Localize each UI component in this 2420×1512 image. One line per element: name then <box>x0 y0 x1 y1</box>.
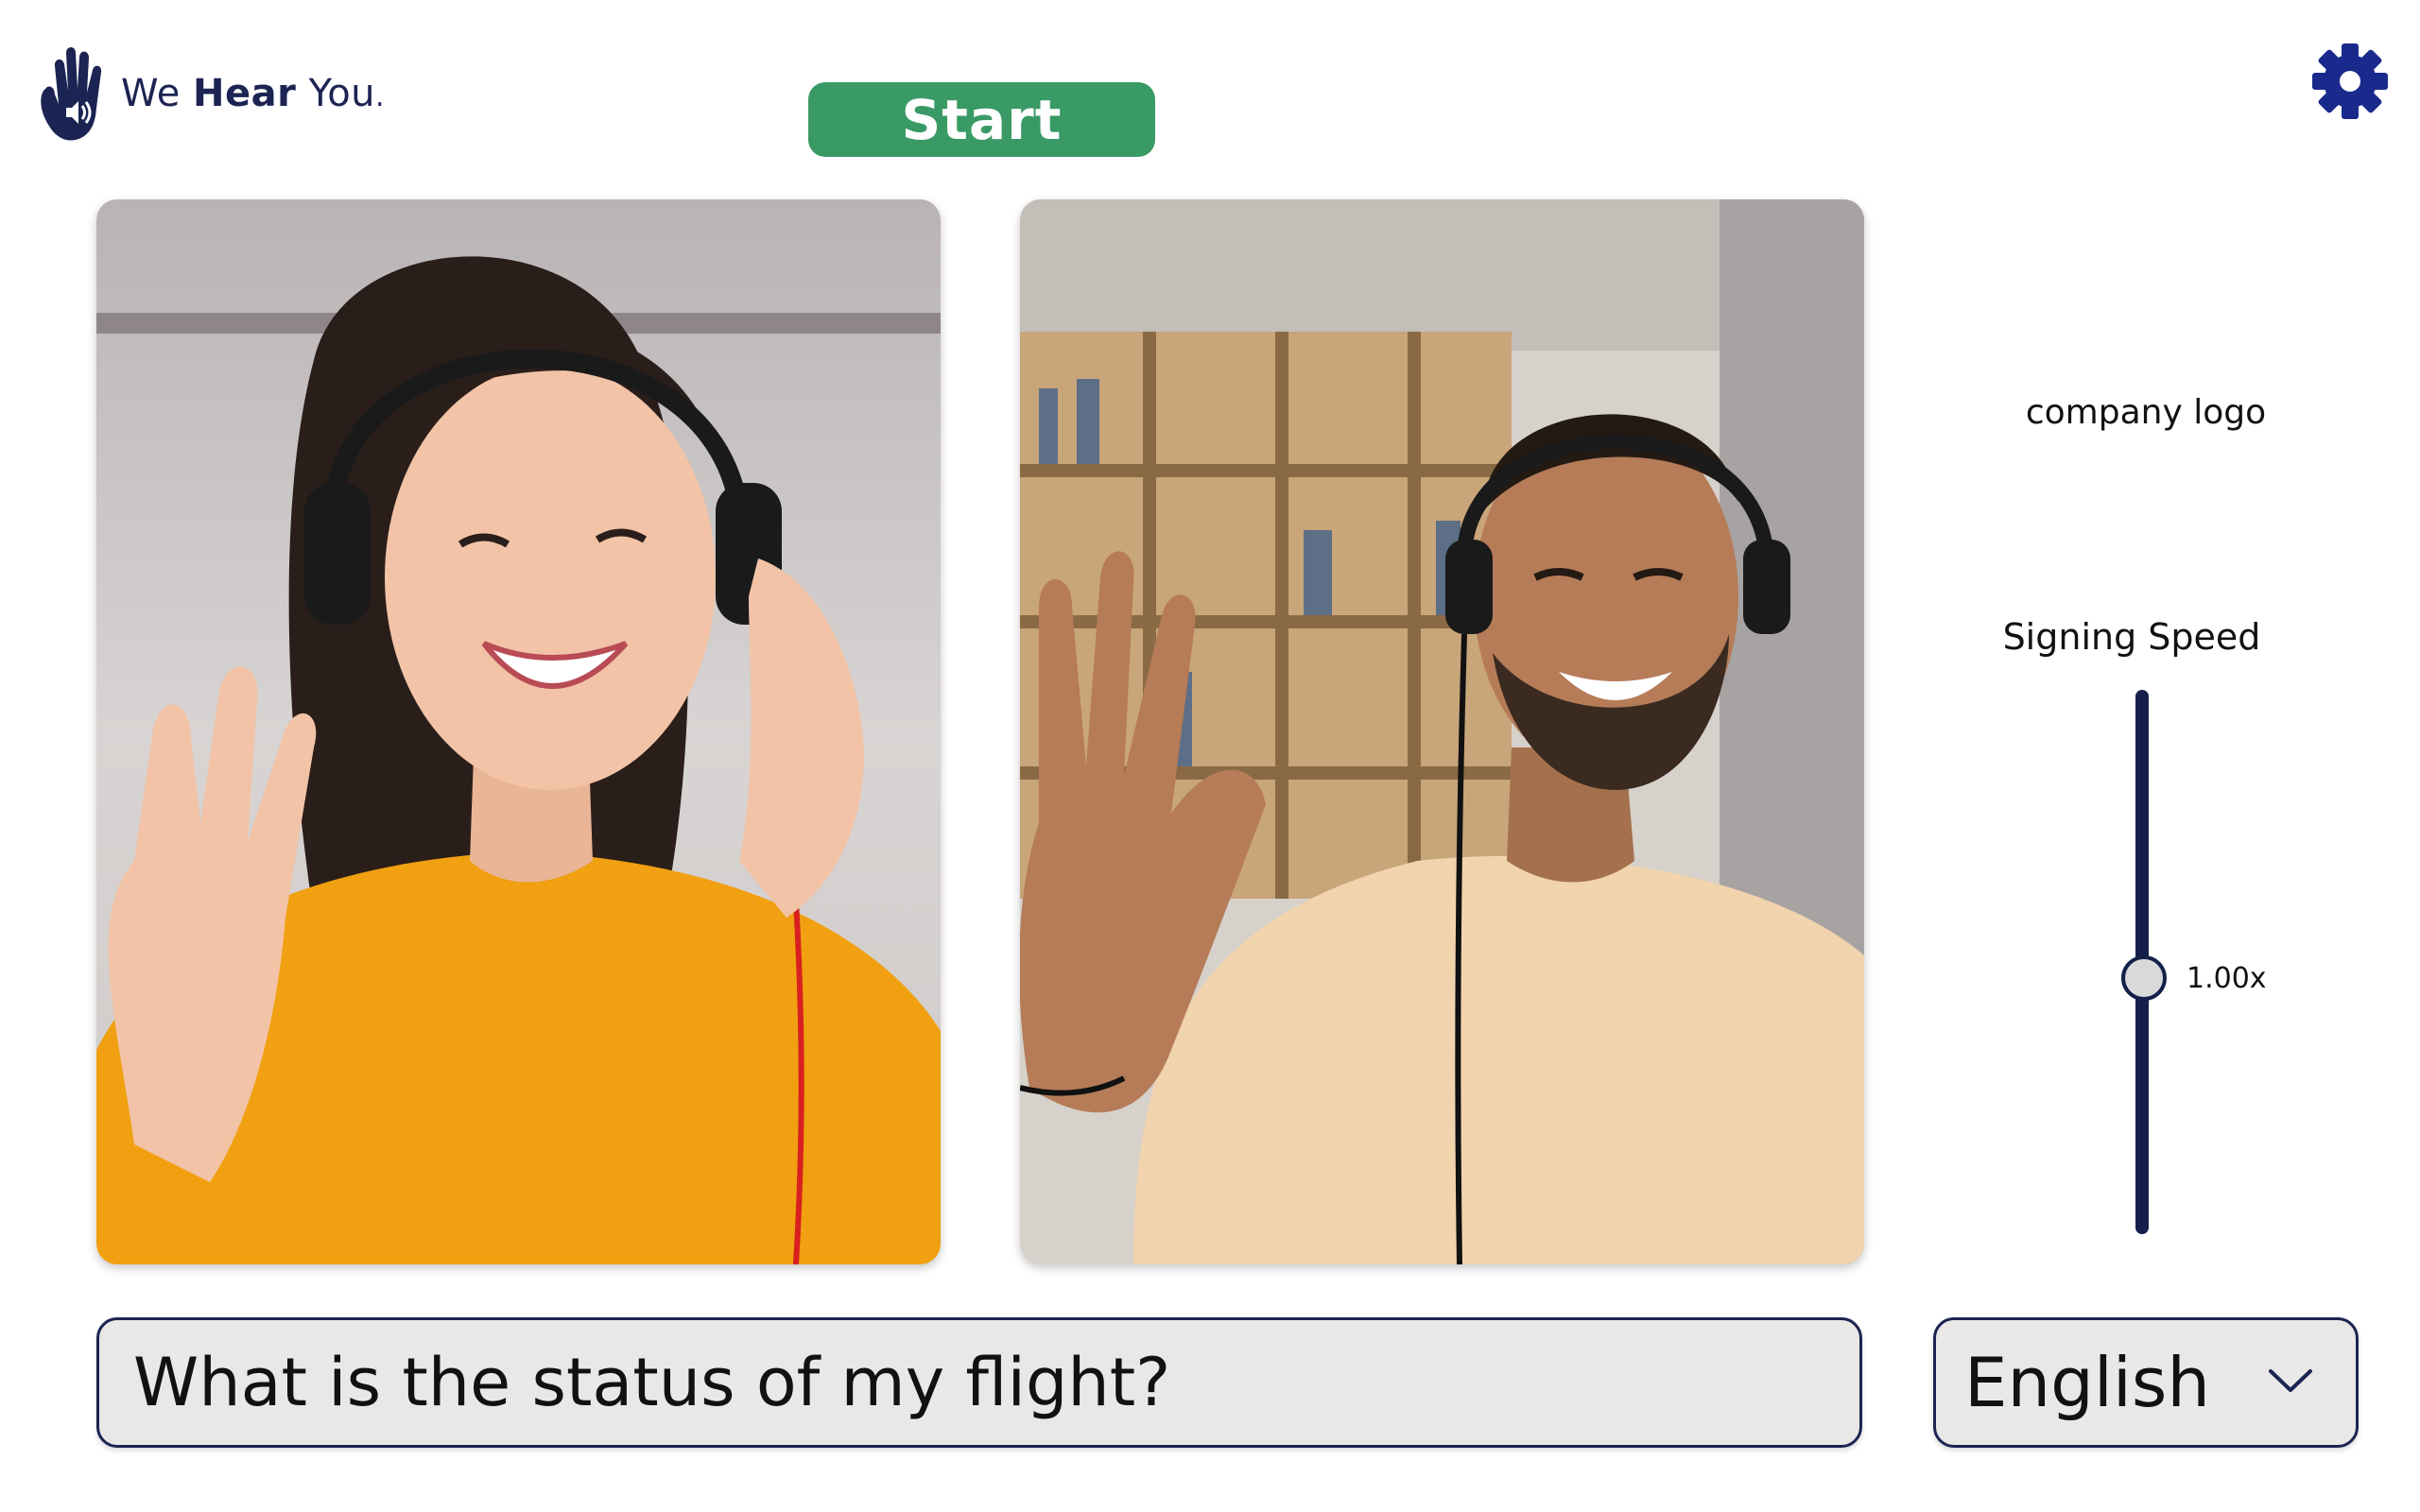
video-feed-woman-image <box>96 199 941 1264</box>
gear-icon <box>2312 43 2388 119</box>
brand-name-dot: . <box>375 80 386 113</box>
brand-name-prefix: We <box>121 72 194 115</box>
signing-speed-value: 1.00x <box>2187 961 2267 995</box>
language-select[interactable]: English <box>1933 1317 2359 1448</box>
brand-name-suffix: You <box>296 72 376 115</box>
video-feed-man-image <box>1020 199 1864 1264</box>
signing-speed-label: Signing Speed <box>2002 616 2261 658</box>
brand-name: We Hear You. <box>121 72 385 115</box>
chevron-down-icon <box>2269 1369 2312 1392</box>
video-feed-right <box>1020 199 1864 1264</box>
message-text: What is the status of my flight? <box>133 1344 1171 1421</box>
company-logo-placeholder: company logo <box>2025 393 2267 432</box>
video-feed-left <box>96 199 941 1264</box>
hand-speaker-icon <box>41 47 102 141</box>
brand-logo: We Hear You. <box>34 42 385 146</box>
settings-button[interactable] <box>2310 42 2390 121</box>
brand-name-strong: Hear <box>193 72 297 115</box>
message-input[interactable]: What is the status of my flight? <box>96 1317 1862 1448</box>
start-button[interactable]: Start <box>808 82 1155 157</box>
signing-speed-slider-thumb[interactable] <box>2121 955 2167 1002</box>
language-selected-value: English <box>1964 1343 2210 1422</box>
